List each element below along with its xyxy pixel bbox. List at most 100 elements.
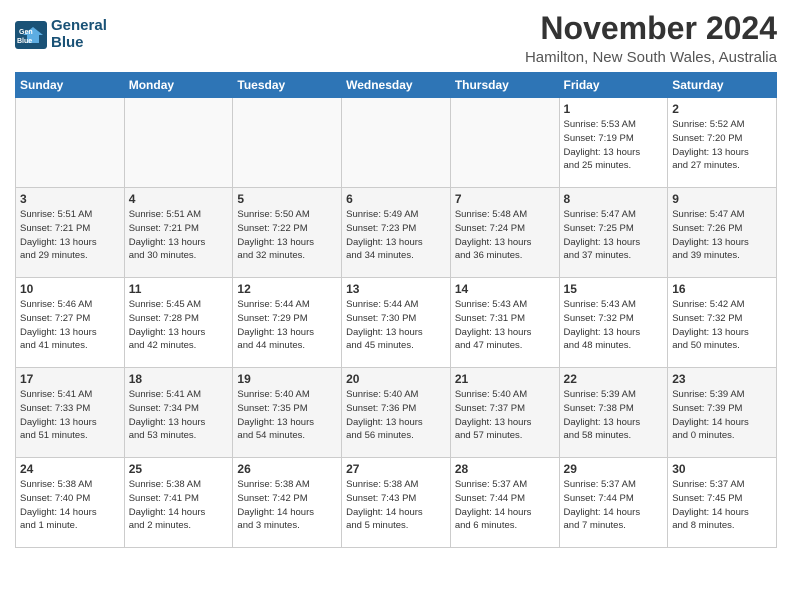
day-info: Sunrise: 5:42 AM Sunset: 7:32 PM Dayligh…	[672, 298, 772, 353]
day-info: Sunrise: 5:40 AM Sunset: 7:35 PM Dayligh…	[237, 388, 337, 443]
day-number: 5	[237, 192, 337, 206]
day-info: Sunrise: 5:38 AM Sunset: 7:40 PM Dayligh…	[20, 478, 120, 533]
calendar-cell: 14Sunrise: 5:43 AM Sunset: 7:31 PM Dayli…	[450, 278, 559, 368]
logo-icon: Gen Blue	[15, 21, 47, 49]
day-number: 2	[672, 102, 772, 116]
day-info: Sunrise: 5:48 AM Sunset: 7:24 PM Dayligh…	[455, 208, 555, 263]
day-header-saturday: Saturday	[668, 73, 777, 98]
calendar-cell	[342, 98, 451, 188]
calendar-body: 1 Sunrise: 5:53 AM Sunset: 7:19 PM Daylig…	[16, 98, 777, 548]
day-info: Sunrise: 5:53 AM Sunset: 7:19 PM Dayligh…	[564, 118, 664, 173]
calendar-cell: 27 Sunrise: 5:38 AM Sunset: 7:43 PM Dayli…	[342, 458, 451, 548]
day-info: Sunrise: 5:40 AM Sunset: 7:36 PM Dayligh…	[346, 388, 446, 443]
day-header-friday: Friday	[559, 73, 668, 98]
calendar-cell: 1 Sunrise: 5:53 AM Sunset: 7:19 PM Daylig…	[559, 98, 668, 188]
day-info: Sunrise: 5:43 AM Sunset: 7:32 PM Dayligh…	[564, 298, 664, 353]
day-info: Sunrise: 5:49 AM Sunset: 7:23 PM Dayligh…	[346, 208, 446, 263]
day-number: 27	[346, 462, 446, 476]
day-number: 4	[129, 192, 229, 206]
calendar-cell: 9 Sunrise: 5:47 AM Sunset: 7:26 PM Daylig…	[668, 188, 777, 278]
day-number: 28	[455, 462, 555, 476]
calendar-cell: 8 Sunrise: 5:47 AM Sunset: 7:25 PM Daylig…	[559, 188, 668, 278]
calendar-cell	[233, 98, 342, 188]
calendar-cell: 3 Sunrise: 5:51 AM Sunset: 7:21 PM Daylig…	[16, 188, 125, 278]
calendar-week-5: 24 Sunrise: 5:38 AM Sunset: 7:40 PM Dayli…	[16, 458, 777, 548]
day-info: Sunrise: 5:52 AM Sunset: 7:20 PM Dayligh…	[672, 118, 772, 173]
day-header-monday: Monday	[124, 73, 233, 98]
day-info: Sunrise: 5:41 AM Sunset: 7:33 PM Dayligh…	[20, 388, 120, 443]
month-title: November 2024	[525, 10, 777, 47]
calendar-cell: 18Sunrise: 5:41 AM Sunset: 7:34 PM Dayli…	[124, 368, 233, 458]
day-number: 9	[672, 192, 772, 206]
day-info: Sunrise: 5:45 AM Sunset: 7:28 PM Dayligh…	[129, 298, 229, 353]
calendar-cell: 21Sunrise: 5:40 AM Sunset: 7:37 PM Dayli…	[450, 368, 559, 458]
day-number: 17	[20, 372, 120, 386]
calendar-cell	[450, 98, 559, 188]
day-info: Sunrise: 5:51 AM Sunset: 7:21 PM Dayligh…	[20, 208, 120, 263]
calendar-table: SundayMondayTuesdayWednesdayThursdayFrid…	[15, 72, 777, 548]
day-number: 22	[564, 372, 664, 386]
day-info: Sunrise: 5:39 AM Sunset: 7:38 PM Dayligh…	[564, 388, 664, 443]
calendar-cell: 29 Sunrise: 5:37 AM Sunset: 7:44 PM Dayli…	[559, 458, 668, 548]
logo: Gen Blue General Blue	[15, 18, 107, 51]
day-number: 12	[237, 282, 337, 296]
calendar-cell: 25 Sunrise: 5:38 AM Sunset: 7:41 PM Dayli…	[124, 458, 233, 548]
calendar-cell: 15 Sunrise: 5:43 AM Sunset: 7:32 PM Dayli…	[559, 278, 668, 368]
day-number: 23	[672, 372, 772, 386]
calendar-header-row: SundayMondayTuesdayWednesdayThursdayFrid…	[16, 73, 777, 98]
day-number: 8	[564, 192, 664, 206]
day-info: Sunrise: 5:39 AM Sunset: 7:39 PM Dayligh…	[672, 388, 772, 443]
day-header-sunday: Sunday	[16, 73, 125, 98]
logo-text-line1: General	[51, 18, 107, 35]
day-number: 25	[129, 462, 229, 476]
day-number: 29	[564, 462, 664, 476]
header: Gen Blue General Blue November 2024 Hami…	[15, 10, 777, 66]
calendar-cell: 12 Sunrise: 5:44 AM Sunset: 7:29 PM Dayli…	[233, 278, 342, 368]
calendar-cell: 4 Sunrise: 5:51 AM Sunset: 7:21 PM Daylig…	[124, 188, 233, 278]
day-number: 24	[20, 462, 120, 476]
calendar-week-3: 10 Sunrise: 5:46 AM Sunset: 7:27 PM Dayli…	[16, 278, 777, 368]
day-number: 13	[346, 282, 446, 296]
calendar-cell: 13Sunrise: 5:44 AM Sunset: 7:30 PM Dayli…	[342, 278, 451, 368]
day-info: Sunrise: 5:41 AM Sunset: 7:34 PM Dayligh…	[129, 388, 229, 443]
calendar-cell: 10 Sunrise: 5:46 AM Sunset: 7:27 PM Dayli…	[16, 278, 125, 368]
day-number: 10	[20, 282, 120, 296]
calendar-cell: 22 Sunrise: 5:39 AM Sunset: 7:38 PM Dayli…	[559, 368, 668, 458]
calendar-cell	[16, 98, 125, 188]
day-number: 3	[20, 192, 120, 206]
calendar-cell: 28 Sunrise: 5:37 AM Sunset: 7:44 PM Dayli…	[450, 458, 559, 548]
calendar-week-4: 17 Sunrise: 5:41 AM Sunset: 7:33 PM Dayli…	[16, 368, 777, 458]
day-info: Sunrise: 5:47 AM Sunset: 7:25 PM Dayligh…	[564, 208, 664, 263]
calendar-week-2: 3 Sunrise: 5:51 AM Sunset: 7:21 PM Daylig…	[16, 188, 777, 278]
svg-text:Gen: Gen	[19, 29, 33, 36]
day-info: Sunrise: 5:38 AM Sunset: 7:41 PM Dayligh…	[129, 478, 229, 533]
day-info: Sunrise: 5:38 AM Sunset: 7:43 PM Dayligh…	[346, 478, 446, 533]
calendar-cell: 16Sunrise: 5:42 AM Sunset: 7:32 PM Dayli…	[668, 278, 777, 368]
calendar-cell: 2 Sunrise: 5:52 AM Sunset: 7:20 PM Daylig…	[668, 98, 777, 188]
day-number: 20	[346, 372, 446, 386]
location-title: Hamilton, New South Wales, Australia	[525, 49, 777, 66]
logo-text-line2: Blue	[51, 35, 107, 52]
calendar-cell: 11Sunrise: 5:45 AM Sunset: 7:28 PM Dayli…	[124, 278, 233, 368]
day-number: 15	[564, 282, 664, 296]
day-number: 1	[564, 102, 664, 116]
day-number: 26	[237, 462, 337, 476]
day-info: Sunrise: 5:40 AM Sunset: 7:37 PM Dayligh…	[455, 388, 555, 443]
calendar-cell: 19 Sunrise: 5:40 AM Sunset: 7:35 PM Dayli…	[233, 368, 342, 458]
calendar-cell: 5Sunrise: 5:50 AM Sunset: 7:22 PM Daylig…	[233, 188, 342, 278]
calendar-cell: 24 Sunrise: 5:38 AM Sunset: 7:40 PM Dayli…	[16, 458, 125, 548]
day-header-thursday: Thursday	[450, 73, 559, 98]
day-info: Sunrise: 5:44 AM Sunset: 7:29 PM Dayligh…	[237, 298, 337, 353]
day-info: Sunrise: 5:46 AM Sunset: 7:27 PM Dayligh…	[20, 298, 120, 353]
day-info: Sunrise: 5:37 AM Sunset: 7:44 PM Dayligh…	[455, 478, 555, 533]
day-number: 19	[237, 372, 337, 386]
day-info: Sunrise: 5:37 AM Sunset: 7:45 PM Dayligh…	[672, 478, 772, 533]
day-info: Sunrise: 5:47 AM Sunset: 7:26 PM Dayligh…	[672, 208, 772, 263]
calendar-cell: 26Sunrise: 5:38 AM Sunset: 7:42 PM Dayli…	[233, 458, 342, 548]
day-number: 30	[672, 462, 772, 476]
calendar-cell: 7 Sunrise: 5:48 AM Sunset: 7:24 PM Daylig…	[450, 188, 559, 278]
title-block: November 2024 Hamilton, New South Wales,…	[525, 10, 777, 66]
day-info: Sunrise: 5:51 AM Sunset: 7:21 PM Dayligh…	[129, 208, 229, 263]
day-number: 7	[455, 192, 555, 206]
day-info: Sunrise: 5:37 AM Sunset: 7:44 PM Dayligh…	[564, 478, 664, 533]
